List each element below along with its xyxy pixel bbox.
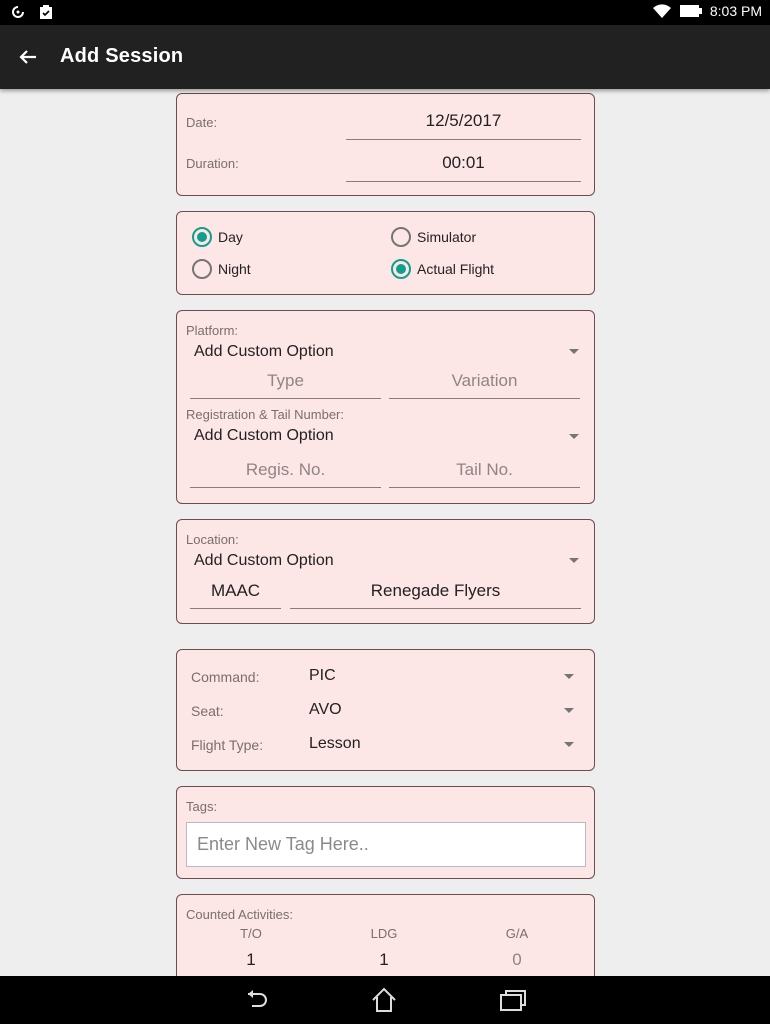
tags-label: Tags:	[186, 799, 218, 814]
arrow-back-icon[interactable]	[14, 43, 42, 71]
command-card: Command: PIC Seat: AVO Flight Type: Less…	[176, 649, 595, 771]
date-label: Date:	[186, 115, 218, 130]
radio-night[interactable]: Night	[192, 259, 251, 279]
tail-underline	[389, 487, 580, 488]
go-around-header: G/A	[505, 926, 529, 941]
duration-label: Duration:	[186, 156, 239, 171]
chevron-down-icon[interactable]	[564, 674, 574, 679]
seat-dropdown[interactable]: AVO	[309, 701, 342, 719]
home-icon[interactable]	[369, 986, 399, 1014]
radio-circle	[192, 259, 212, 279]
platform-label: Platform:	[186, 323, 239, 338]
tag-input[interactable]	[186, 822, 586, 867]
wifi-icon	[652, 4, 671, 18]
radio-circle	[192, 227, 212, 247]
recents-icon[interactable]	[498, 986, 528, 1014]
back-nav-icon[interactable]	[242, 986, 272, 1014]
battery-icon	[679, 5, 702, 17]
flight-type-dropdown[interactable]: Lesson	[309, 735, 361, 753]
page-title: Add Session	[60, 45, 184, 67]
platform-card: Platform: Add Custom Option Type Variati…	[176, 310, 595, 504]
conditions-card: Day Simulator Night Actual Flight	[176, 211, 595, 295]
location-card: Location: Add Custom Option MAAC Renegad…	[176, 519, 595, 624]
radio-day[interactable]: Day	[192, 227, 243, 247]
radio-label: Day	[218, 229, 243, 245]
chevron-down-icon[interactable]	[564, 742, 574, 747]
counted-activities-card: Counted Activities: T/O LDG G/A 1 1 0	[176, 894, 595, 976]
go-around-count[interactable]: 0	[467, 950, 567, 970]
radio-actual-flight[interactable]: Actual Flight	[391, 259, 494, 279]
radio-label: Actual Flight	[417, 261, 495, 277]
date-field[interactable]: 12/5/2017	[346, 111, 581, 131]
form-scroll-area[interactable]: Date: 12/5/2017 Duration: 00:01 Day Simu…	[0, 89, 770, 976]
tags-card: Tags:	[176, 786, 595, 879]
command-label: Command:	[191, 669, 260, 685]
variation-underline	[389, 398, 580, 399]
counted-activities-label: Counted Activities:	[186, 907, 293, 922]
registration-dropdown[interactable]: Add Custom Option	[194, 427, 334, 445]
seat-label: Seat:	[191, 703, 224, 719]
radio-simulator[interactable]: Simulator	[391, 227, 476, 247]
duration-field[interactable]: 00:01	[346, 153, 581, 173]
status-bar: 8:03 PM	[0, 0, 770, 25]
registration-label: Registration & Tail Number:	[186, 407, 344, 422]
location-name-field[interactable]: Renegade Flyers	[290, 581, 581, 601]
platform-dropdown[interactable]: Add Custom Option	[194, 343, 334, 361]
location-code-field[interactable]: MAAC	[190, 581, 281, 601]
landing-count[interactable]: 1	[334, 950, 434, 970]
date-underline	[346, 139, 581, 140]
takeoff-header: T/O	[240, 926, 262, 941]
command-dropdown[interactable]: PIC	[309, 667, 336, 685]
clipboard-check-icon	[40, 5, 52, 19]
location-code-underline	[190, 608, 281, 609]
takeoff-count[interactable]: 1	[201, 950, 301, 970]
chevron-down-icon[interactable]	[569, 349, 579, 354]
chevron-down-icon[interactable]	[569, 558, 579, 563]
duration-underline	[346, 181, 581, 182]
regis-underline	[190, 487, 381, 488]
navigation-bar	[0, 976, 770, 1024]
regis-no-field[interactable]: Regis. No.	[190, 460, 381, 480]
type-field[interactable]: Type	[190, 371, 381, 391]
radio-label: Simulator	[417, 229, 477, 245]
type-underline	[190, 398, 381, 399]
date-duration-card: Date: 12/5/2017 Duration: 00:01	[176, 93, 595, 196]
variation-field[interactable]: Variation	[389, 371, 580, 391]
radio-circle	[391, 227, 411, 247]
location-label: Location:	[186, 532, 239, 547]
sync-icon	[12, 6, 24, 18]
chevron-down-icon[interactable]	[564, 708, 574, 713]
flight-type-label: Flight Type:	[191, 737, 264, 753]
tail-no-field[interactable]: Tail No.	[389, 460, 580, 480]
location-name-underline	[290, 608, 581, 609]
landing-header: LDG	[370, 926, 398, 941]
chevron-down-icon[interactable]	[569, 434, 579, 439]
status-time: 8:03 PM	[709, 3, 762, 19]
location-dropdown[interactable]: Add Custom Option	[194, 552, 334, 570]
app-bar: Add Session	[0, 25, 770, 89]
radio-circle	[391, 259, 411, 279]
radio-label: Night	[218, 261, 251, 277]
